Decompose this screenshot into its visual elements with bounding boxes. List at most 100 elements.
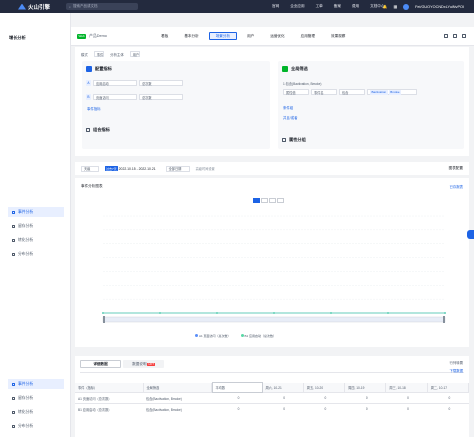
- data-point: [273, 312, 275, 314]
- col-date-3[interactable]: 周四, 10-19: [344, 382, 387, 393]
- search-icon: ⌕: [69, 4, 71, 9]
- user-area: 🔔 ▦ Fei/GUOYOCNDxLYuiNvPOI: [383, 0, 464, 13]
- tab-detail-data[interactable]: 详细数据: [80, 360, 121, 368]
- legend-dot: [195, 334, 198, 337]
- compare-select[interactable]: 全部日期: [165, 165, 190, 172]
- col-date-1[interactable]: 周六, 10-21: [262, 382, 304, 393]
- download-button[interactable]: 下载数据: [449, 368, 463, 373]
- global-search-input[interactable]: ⌕ 搜索产品或文档: [66, 3, 139, 10]
- sidebar: 增长分析 事件分析 留存分析 转化分析 分布分析 事件分析 留存分析 转化分析 …: [0, 13, 71, 437]
- tab-users[interactable]: 用户: [241, 32, 260, 40]
- legend-item-b[interactable]: B1 应用启动（总次数）: [240, 334, 276, 338]
- event-icon: [12, 210, 15, 214]
- col-date-5[interactable]: 周二, 10-17: [427, 382, 470, 393]
- bell-icon[interactable]: 🔔: [383, 4, 388, 9]
- sidebar-item-conversion[interactable]: 转化分析: [8, 235, 64, 245]
- group-by-button[interactable]: 属性分组: [282, 137, 306, 143]
- col-average-select[interactable]: 平均数: [211, 382, 263, 393]
- filter-values[interactable]: Bactivation Bmoke: [367, 89, 417, 95]
- event-select[interactable]: 页面访问: [93, 94, 137, 100]
- tab-operations[interactable]: 运营优化: [264, 32, 290, 40]
- table-tabs: 详细数据 数据说明 HOT: [80, 360, 164, 368]
- plus-icon: [86, 128, 90, 132]
- col-date-4[interactable]: 周三, 10-18: [385, 382, 428, 393]
- tab-data-notes[interactable]: 数据说明 HOT: [123, 360, 164, 368]
- cell-value: 0: [427, 392, 469, 404]
- add-condition-link[interactable]: 条件组: [283, 105, 293, 110]
- measure-select[interactable]: 总次数: [139, 80, 183, 86]
- legend-dot: [240, 334, 244, 337]
- plus-icon: [282, 138, 286, 142]
- project-selector[interactable]: 产品Demo: [89, 34, 149, 39]
- sidebar-item-conversion-2[interactable]: 转化分析: [8, 407, 64, 417]
- sidebar-item-distribution[interactable]: 分布分析: [8, 249, 64, 259]
- retention-icon: [12, 224, 15, 228]
- settings-icon[interactable]: [462, 34, 466, 38]
- distribution-icon: [12, 424, 15, 428]
- tab-app-management[interactable]: 应用管理: [295, 32, 321, 40]
- filter-field-select[interactable]: 属性值: [283, 89, 309, 95]
- sidebar-item-distribution-2[interactable]: 分布分析: [8, 421, 64, 431]
- tab-effect[interactable]: 效果观察: [325, 32, 351, 40]
- combined-metric-button[interactable]: 组合指标: [86, 127, 110, 133]
- filter-row: 属性值 事件名 包含 Bactivation Bmoke: [283, 89, 417, 95]
- share-icon[interactable]: [453, 34, 457, 38]
- nav-official-site[interactable]: 官网: [272, 4, 279, 9]
- nav-filing[interactable]: 备案: [334, 4, 341, 9]
- metrics-box: 配置指标 A 应用启动 总次数 B 页面访问 总次数 事件指标 组合指标: [82, 61, 270, 149]
- event-select[interactable]: 应用启动: [93, 80, 137, 86]
- divider: [80, 372, 464, 373]
- date-range-picker[interactable]: 过去7天 2022.10.15 - 2022.10.21: [105, 166, 156, 171]
- col-date-2[interactable]: 周五, 10-20: [303, 382, 346, 393]
- sidebar-item-retention-2[interactable]: 留存分析: [8, 393, 64, 403]
- slider-handle-left: [103, 316, 105, 323]
- chart-legend: A1 页面访问（总次数） B1 应用启动（总次数）: [195, 334, 276, 338]
- chart-config-button[interactable]: 图表配置: [449, 166, 463, 171]
- mode-select[interactable]: 事件: [93, 51, 105, 57]
- sidebar-item-event-analysis[interactable]: 事件分析: [8, 207, 64, 217]
- floating-help-button[interactable]: [467, 230, 474, 239]
- subject-select[interactable]: 用户: [129, 51, 141, 57]
- mode-toggle[interactable]: 模式: [81, 52, 88, 57]
- measure-select[interactable]: 总次数: [139, 94, 183, 100]
- data-point: [387, 312, 389, 314]
- transpose-button[interactable]: 行列转置: [449, 360, 463, 365]
- nav-fees[interactable]: 费用: [352, 4, 359, 9]
- filter-icon: [282, 66, 288, 72]
- filter-condition: 1.包含(Bactivation, Bmoke): [283, 82, 322, 86]
- nav-enterprise[interactable]: 企业应用: [290, 4, 304, 9]
- distribution-icon: [12, 252, 15, 256]
- cell-value: 0: [262, 392, 304, 404]
- sidebar-item-retention[interactable]: 留存分析: [8, 221, 64, 231]
- tab-scenario-analysis[interactable]: 场景分析: [208, 32, 238, 40]
- cell-filter: 包含(Bactivation, Bmoke): [143, 392, 211, 404]
- data-point: [216, 312, 218, 314]
- tab-dashboard[interactable]: 看板: [155, 32, 174, 40]
- filter-op-select[interactable]: 包含: [339, 89, 365, 95]
- tab-basic-analysis[interactable]: 基本分析: [178, 32, 204, 40]
- advanced-time-checkbox[interactable]: 高级时间设置: [196, 166, 215, 171]
- add-metric-link[interactable]: 事件指标: [87, 106, 101, 111]
- cell-event: A1 页面访问（总次数）: [75, 392, 143, 404]
- filter-tag[interactable]: Bmoke: [388, 89, 402, 95]
- filter-event-select[interactable]: 事件名: [311, 89, 337, 95]
- save-icon[interactable]: [444, 34, 448, 38]
- filter-title: 全局筛选: [282, 66, 308, 72]
- filter-tag[interactable]: Bactivation: [370, 89, 388, 95]
- data-table-card: 详细数据 数据说明 HOT 行列转置 下载数据 事件（指标） 全局筛选 平均数 周…: [75, 356, 470, 437]
- conversion-icon: [12, 238, 15, 242]
- granularity-select[interactable]: 天级: [81, 165, 99, 172]
- subbar-icons: [444, 34, 466, 38]
- brand-logo[interactable]: 火山引擎: [18, 3, 50, 11]
- grid-icon[interactable]: ▦: [394, 4, 398, 9]
- avatar[interactable]: [403, 3, 410, 10]
- filter-box: 全局筛选 1.包含(Bactivation, Bmoke) 属性值 事件名 包含…: [278, 61, 464, 149]
- cell-value: 0: [212, 403, 262, 415]
- username[interactable]: Fei/GUOYOCNDxLYuiNvPOI: [415, 5, 464, 9]
- legend-item-a[interactable]: A1 页面访问（总次数）: [195, 334, 231, 338]
- nav-ticket[interactable]: 工单: [316, 4, 323, 9]
- and-or-link[interactable]: 并且/或者: [283, 115, 298, 120]
- metrics-icon: [86, 66, 92, 72]
- sidebar-item-event-analysis-2[interactable]: 事件分析: [8, 379, 64, 389]
- logo-icon: [18, 3, 26, 10]
